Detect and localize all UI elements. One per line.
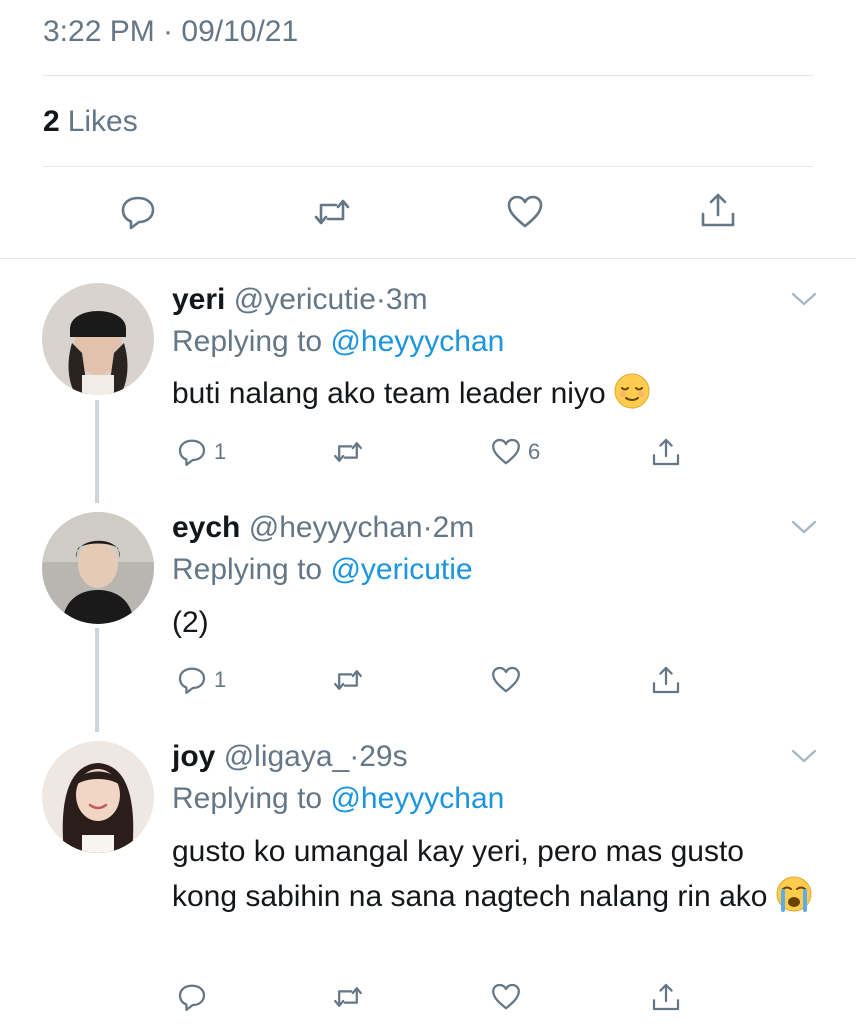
share-button[interactable] bbox=[650, 432, 682, 472]
like-count: 6 bbox=[528, 439, 541, 464]
like-button[interactable] bbox=[490, 660, 528, 700]
reply-button[interactable]: 1 bbox=[176, 432, 226, 472]
tweet-time: 3m bbox=[385, 283, 428, 316]
mention-link[interactable]: @yericutie bbox=[330, 553, 472, 586]
reply-button[interactable]: 1 bbox=[176, 660, 226, 700]
tweet-body: gusto ko umangal kay yeri, pero mas gust… bbox=[172, 835, 768, 913]
retweet-button[interactable] bbox=[332, 660, 364, 700]
tweet-timestamp: 3:22 PM · 09/10/21 bbox=[43, 15, 299, 48]
reply-count: 1 bbox=[214, 667, 227, 692]
tweet-body: (2) bbox=[172, 606, 209, 639]
tweet-time: 2m bbox=[432, 511, 475, 544]
reply-icon bbox=[178, 439, 206, 466]
heart-icon bbox=[492, 666, 520, 693]
user-handle[interactable]: @heyyychan bbox=[249, 511, 423, 544]
likes-link[interactable]: 2 Likes bbox=[43, 102, 138, 142]
share-icon bbox=[652, 438, 680, 466]
tweet-header: joy @ligaya_·29s bbox=[172, 737, 408, 777]
tweet-header: eych @heyyychan·2m bbox=[172, 508, 474, 548]
replying-to-label: Replying to bbox=[172, 782, 323, 815]
share-icon bbox=[652, 666, 680, 694]
tweet-menu-button[interactable] bbox=[790, 289, 818, 309]
likes-label: Likes bbox=[67, 105, 138, 138]
display-name[interactable]: joy bbox=[172, 740, 215, 773]
reply-icon bbox=[121, 196, 155, 230]
display-name[interactable]: eych bbox=[172, 511, 240, 544]
avatar-photo bbox=[42, 283, 154, 395]
share-icon bbox=[701, 193, 735, 227]
tweet-text: gusto ko umangal kay yeri, pero mas gust… bbox=[172, 829, 817, 919]
replying-to-label: Replying to bbox=[172, 325, 323, 358]
share-icon bbox=[652, 983, 680, 1011]
user-handle[interactable]: @ligaya_ bbox=[224, 740, 350, 773]
display-name[interactable]: yeri bbox=[172, 283, 225, 316]
like-button[interactable] bbox=[490, 977, 528, 1017]
avatar[interactable] bbox=[42, 741, 154, 853]
reply-icon bbox=[178, 984, 206, 1011]
heart-icon bbox=[492, 438, 520, 465]
share-button[interactable] bbox=[650, 977, 682, 1017]
section-divider bbox=[0, 258, 856, 259]
likes-count: 2 bbox=[43, 105, 60, 138]
avatar-photo bbox=[42, 741, 154, 853]
thread-connector bbox=[95, 628, 99, 732]
reply-button[interactable] bbox=[176, 977, 214, 1017]
replying-to-line: Replying to @yericutie bbox=[172, 550, 473, 590]
chevron-down-icon bbox=[791, 520, 817, 534]
replying-to-label: Replying to bbox=[172, 553, 323, 586]
tweet-body: buti nalang ako team leader niyo bbox=[172, 377, 606, 410]
tweet-menu-button[interactable] bbox=[790, 746, 818, 766]
reply-button[interactable] bbox=[118, 192, 158, 232]
divider bbox=[43, 166, 813, 167]
retweet-icon bbox=[334, 670, 362, 690]
chevron-down-icon bbox=[791, 292, 817, 306]
separator-dot: · bbox=[422, 511, 433, 544]
retweet-button[interactable] bbox=[332, 432, 364, 472]
avatar-photo bbox=[42, 512, 154, 624]
tweet-menu-button[interactable] bbox=[790, 517, 818, 537]
share-button[interactable] bbox=[698, 190, 738, 230]
mention-link[interactable]: @heyyychan bbox=[330, 782, 504, 815]
heart-icon bbox=[492, 983, 520, 1010]
thread-connector bbox=[95, 400, 99, 503]
retweet-icon bbox=[314, 199, 350, 225]
separator-dot: · bbox=[375, 283, 386, 316]
like-button[interactable]: 6 bbox=[490, 432, 540, 472]
tweet-text: buti nalang ako team leader niyo bbox=[172, 371, 822, 416]
avatar[interactable] bbox=[42, 283, 154, 395]
share-button[interactable] bbox=[650, 660, 682, 700]
loudly-crying-face-emoji bbox=[776, 876, 812, 912]
reply-count: 1 bbox=[214, 439, 227, 464]
like-button[interactable] bbox=[505, 192, 545, 232]
avatar[interactable] bbox=[42, 512, 154, 624]
tweet-text: (2) bbox=[172, 600, 822, 645]
chevron-down-icon bbox=[791, 749, 817, 763]
retweet-button[interactable] bbox=[312, 192, 352, 232]
retweet-button[interactable] bbox=[332, 977, 364, 1017]
heart-icon bbox=[507, 195, 543, 228]
separator-dot: · bbox=[349, 740, 360, 773]
retweet-icon bbox=[334, 442, 362, 462]
reply-icon bbox=[178, 667, 206, 694]
relieved-face-emoji bbox=[614, 373, 650, 409]
replying-to-line: Replying to @heyyychan bbox=[172, 322, 504, 362]
retweet-icon bbox=[334, 987, 362, 1007]
tweet-header: yeri @yericutie·3m bbox=[172, 280, 428, 320]
tweet-time: 29s bbox=[359, 740, 408, 773]
replying-to-line: Replying to @heyyychan bbox=[172, 779, 504, 819]
mention-link[interactable]: @heyyychan bbox=[330, 325, 504, 358]
user-handle[interactable]: @yericutie bbox=[234, 283, 376, 316]
divider bbox=[43, 75, 813, 76]
